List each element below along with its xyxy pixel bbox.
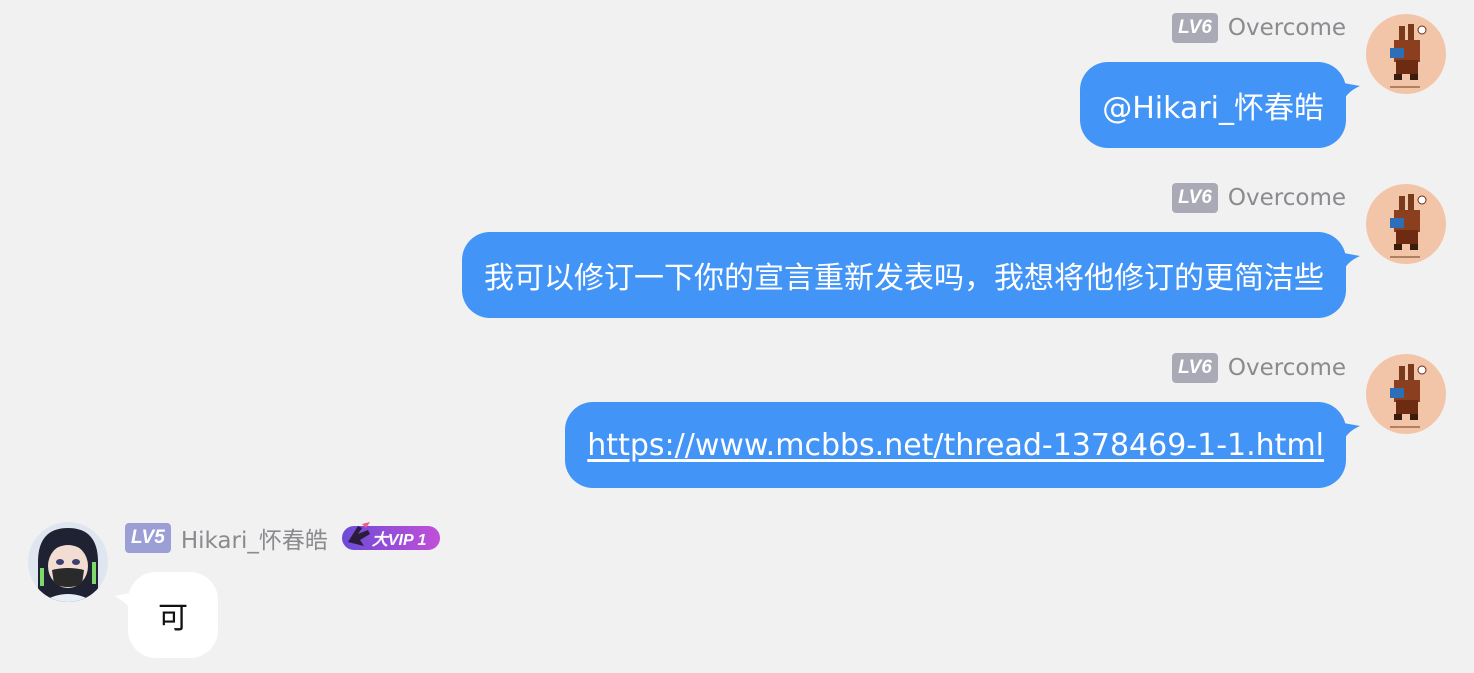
level-badge: LV6 (1172, 183, 1218, 213)
pixel-rabbit-avatar-icon (1366, 14, 1446, 94)
vip-rabbit-icon (347, 522, 370, 546)
sender-name[interactable]: Overcome (1228, 185, 1346, 211)
thread-link[interactable]: https://www.mcbbs.net/thread-1378469-1-1… (587, 428, 1324, 463)
message-text: @Hikari_怀春皓 (1102, 91, 1324, 126)
bubble-tail (1338, 422, 1360, 444)
sender-name[interactable]: Overcome (1228, 15, 1346, 41)
message-bubble[interactable]: @Hikari_怀春皓 (1080, 62, 1346, 148)
message-bubble[interactable]: https://www.mcbbs.net/thread-1378469-1-1… (565, 402, 1346, 488)
sender-info: LV5 Hikari_怀春皓 大VIP 1 (125, 521, 441, 555)
message-outgoing-3: LV6 Overcome https://www.mcbbs.net/threa… (0, 340, 1474, 500)
pixel-rabbit-avatar-icon (1366, 184, 1446, 264)
sender-info: LV6 Overcome (1172, 352, 1346, 384)
sender-info: LV6 Overcome (1172, 182, 1346, 214)
bubble-tail (114, 592, 136, 614)
sender-info: LV6 Overcome (1172, 12, 1346, 44)
message-outgoing-1: LV6 Overcome @Hikari_怀春皓 (0, 0, 1474, 160)
vip-badge: 大VIP 1 (341, 522, 441, 550)
message-text: 可 (158, 601, 188, 636)
bubble-tail (1338, 82, 1360, 104)
sender-name[interactable]: Overcome (1228, 355, 1346, 381)
bubble-tail (1338, 252, 1360, 274)
level-badge: LV6 (1172, 13, 1218, 43)
sender-name[interactable]: Hikari_怀春皓 (181, 521, 328, 555)
pixel-rabbit-avatar-icon (1366, 354, 1446, 434)
vip-label: 大VIP 1 (371, 532, 427, 549)
hikari-avatar[interactable] (28, 522, 108, 602)
overcome-avatar[interactable] (1366, 184, 1446, 264)
message-incoming-1: LV5 Hikari_怀春皓 大VIP 1 可 (0, 510, 1474, 673)
overcome-avatar[interactable] (1366, 14, 1446, 94)
anime-girl-avatar-icon (28, 522, 108, 602)
message-bubble[interactable]: 可 (128, 572, 218, 658)
level-badge: LV5 (125, 523, 171, 553)
level-badge: LV6 (1172, 353, 1218, 383)
message-outgoing-2: LV6 Overcome 我可以修订一下你的宣言重新发表吗，我想将他修订的更简洁… (0, 170, 1474, 330)
overcome-avatar[interactable] (1366, 354, 1446, 434)
message-bubble[interactable]: 我可以修订一下你的宣言重新发表吗，我想将他修订的更简洁些 (462, 232, 1346, 318)
message-text: 我可以修订一下你的宣言重新发表吗，我想将他修订的更简洁些 (484, 261, 1324, 296)
